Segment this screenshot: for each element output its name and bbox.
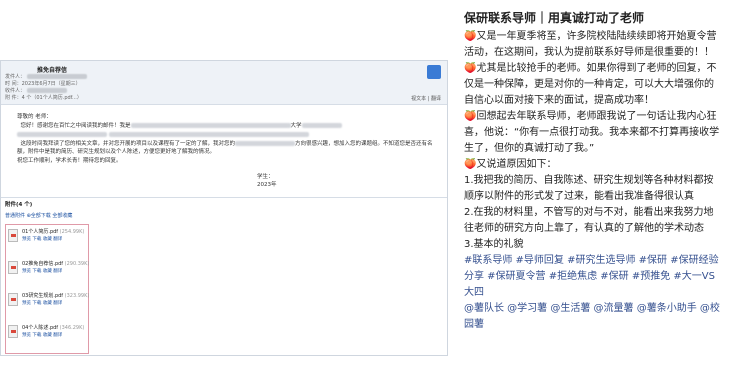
email-body: 尊敬的 老师： 您好！感谢您在百忙之中阅读我的邮件！我是 大学 这段时间我拜读了您… [17,113,437,166]
signature: 学生： 2023年 [257,174,277,188]
post-content: 保研联系导师｜用真诚打动了老师 🍑又是一年夏季将至，许多院校陆陆续续即将开始夏令… [452,0,730,366]
date-line: 时 间：2023年6月7日（星期三） [5,81,81,87]
attachment-list: 01个人简历.pdf (254.99K) 预览 下载 收藏 翻译 02推免自荐信… [5,224,89,354]
attachment-actions[interactable]: 预览 下载 收藏 翻译 [22,268,62,274]
pdf-icon [8,229,18,242]
pdf-icon [8,293,18,306]
pdf-icon [8,325,18,338]
reason-1: 1.我把我的简历、自我陈述、研究生规划等各种材料都按顺序以附件的形式发了过来，能… [464,175,714,202]
post-paragraph-1: 🍑又是一年夏季将至，许多院校陆陆续续即将开始夏令营活动，在这期间，我认为提前联系… [464,31,717,106]
post-paragraph-3: 🍑又说道原因如下： [464,159,557,170]
avatar [427,65,441,79]
reason-2: 2.在我的材料里，不管写的对与不对，能看出来我努力地往老师的研究方向上靠了，有认… [464,207,714,234]
body-paragraph-1: 您好！感谢您在百忙之中阅读我的邮件！我是 大学 [17,122,437,130]
mentions[interactable]: @薯队长 @学习薯 @生活薯 @流量薯 @薯条小助手 @校园薯 [464,301,722,333]
post-paragraph-2: 🍑回想起去年联系导师，老师跟我说了一句话让我内心狂喜，他说：“你有一点很打动我。… [464,111,720,154]
attachment-item[interactable]: 04个人陈述.pdf (346.29K) 预览 下载 收藏 翻译 [8,323,88,351]
email-window: 推免自荐信 发件人： 时 间：2023年6月7日（星期三） 收件人： 附 件：4… [0,60,448,356]
attachments-tabs[interactable]: 普通附件 ⊕全部下载 全部收藏 [5,212,72,219]
attachments-panel: 附件(4 个) 普通附件 ⊕全部下载 全部收藏 01个人简历.pdf (254.… [1,197,447,357]
body-paragraph-2 [17,131,437,139]
attachment-actions[interactable]: 预览 下载 收藏 翻译 [22,300,62,306]
recipient-line: 收件人： [5,87,67,94]
attachment-item[interactable]: 01个人简历.pdf (254.99K) 预览 下载 收藏 翻译 [8,227,88,255]
attachment-actions[interactable]: 预览 下载 收藏 翻译 [22,332,62,338]
body-paragraph-3: 这段时间我拜读了您的相关文章，并对您开展的项目以及课程有了一定的了解，我对您的方… [17,141,433,155]
salutation: 尊敬的 老师： [17,114,52,120]
email-screenshot: 推免自荐信 发件人： 时 间：2023年6月7日（星期三） 收件人： 附 件：4… [0,0,448,366]
email-header: 推免自荐信 发件人： 时 间：2023年6月7日（星期三） 收件人： 附 件：4… [1,61,447,105]
view-tools[interactable]: 视文本 | 翻译 [411,95,441,102]
post-title: 保研联系导师｜用真诚打动了老师 [464,11,645,25]
attachment-item[interactable]: 03研究生规划.pdf (323.99K) 预览 下载 收藏 翻译 [8,291,89,319]
hashtags[interactable]: #联系导师 #导师回复 #研究生选导师 #保研 #保研经验分享 #保研夏令营 #… [464,253,722,301]
body-paragraph-4: 祝您工作顺利，学术长青！期待您的回复。 [17,158,122,164]
attachment-line[interactable]: 附 件：4 个（01个人简历.pdf...） [5,94,82,101]
sender-line: 发件人： [5,73,87,80]
attachment-item[interactable]: 02推免自荐信.pdf (290.39K) 预览 下载 收藏 翻译 [8,259,89,287]
attachment-actions[interactable]: 预览 下载 收藏 翻译 [22,236,62,242]
pdf-icon [8,261,18,274]
reason-3: 3.基本的礼貌 [464,239,524,250]
attachments-header: 附件(4 个) [5,202,33,208]
